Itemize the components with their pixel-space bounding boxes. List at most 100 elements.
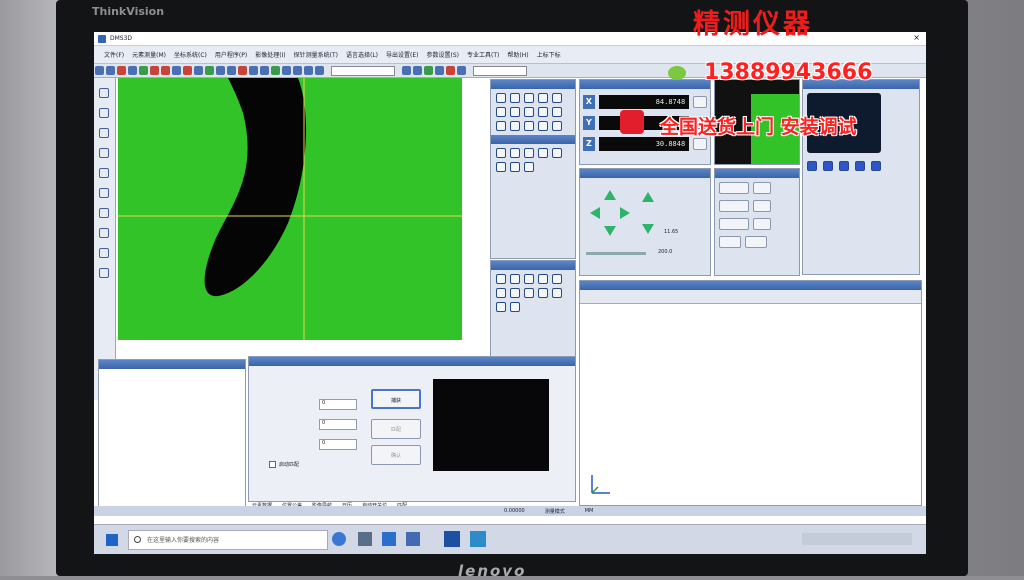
- gear-tool-icon[interactable]: [510, 121, 520, 131]
- point-tool-icon[interactable]: [496, 93, 506, 103]
- construct-icon[interactable]: [496, 148, 506, 158]
- step-icon[interactable]: [128, 66, 137, 75]
- menu-item[interactable]: 用户程序(P): [215, 50, 247, 59]
- taskbar-app-icon[interactable]: [358, 532, 372, 546]
- enable-match-checkbox[interactable]: [269, 461, 276, 468]
- light-icon[interactable]: [839, 161, 849, 171]
- windows-start-icon[interactable]: [106, 534, 118, 546]
- taskbar-app-icon[interactable]: [332, 532, 346, 546]
- tool-icon[interactable]: [161, 66, 170, 75]
- angle-icon[interactable]: [99, 148, 109, 158]
- menu-item[interactable]: 元素测量(M): [132, 50, 166, 59]
- circle-icon[interactable]: [99, 188, 109, 198]
- pause-icon[interactable]: [106, 66, 115, 75]
- tool-icon[interactable]: [238, 66, 247, 75]
- tool-icon[interactable]: [99, 248, 109, 258]
- taskbar-app-icon[interactable]: [382, 532, 396, 546]
- slot-tool-icon[interactable]: [510, 107, 520, 117]
- grid-tool-icon[interactable]: [552, 121, 562, 131]
- tool-icon[interactable]: [304, 66, 313, 75]
- taskbar-app-icon[interactable]: [406, 532, 420, 546]
- line-tool-icon[interactable]: [510, 93, 520, 103]
- tool-icon[interactable]: [260, 66, 269, 75]
- polygon-tool-icon[interactable]: [524, 107, 534, 117]
- redo-icon[interactable]: [412, 66, 422, 75]
- tool-icon[interactable]: [496, 288, 506, 298]
- y-value-field[interactable]: [719, 200, 749, 212]
- ellipse-tool-icon[interactable]: [552, 93, 562, 103]
- tool-icon[interactable]: [552, 288, 562, 298]
- mode-select[interactable]: [330, 66, 395, 76]
- tool-icon[interactable]: [510, 274, 520, 284]
- curve-tool-icon[interactable]: [524, 121, 534, 131]
- tool-icon[interactable]: [282, 66, 291, 75]
- tool-icon[interactable]: [183, 66, 192, 75]
- menu-item[interactable]: 文件(F): [104, 50, 124, 59]
- menu-item[interactable]: 帮助(H): [507, 50, 528, 59]
- y-move-button[interactable]: [753, 200, 771, 212]
- cone-tool-icon[interactable]: [552, 107, 562, 117]
- arc-tool-icon[interactable]: [538, 93, 548, 103]
- tool-icon[interactable]: [99, 268, 109, 278]
- tool-icon[interactable]: [293, 66, 302, 75]
- tool-icon[interactable]: [552, 274, 562, 284]
- match-param-field[interactable]: 0: [319, 439, 357, 450]
- camera-view[interactable]: [118, 78, 462, 340]
- confirm-button[interactable]: 确认: [371, 445, 421, 465]
- match-param-field[interactable]: 0: [319, 399, 357, 410]
- stop-button[interactable]: [745, 236, 767, 248]
- learn-button[interactable]: 捕获: [371, 389, 421, 409]
- tool-icon[interactable]: [496, 274, 506, 284]
- menu-item[interactable]: 上标下标: [537, 50, 561, 59]
- tool-icon[interactable]: [205, 66, 214, 75]
- construct-icon[interactable]: [552, 148, 562, 158]
- diamond-tool-icon[interactable]: [538, 107, 548, 117]
- menu-item[interactable]: 参数设置(S): [427, 50, 460, 59]
- taskbar-search-input[interactable]: 在这里输入你要搜索的内容: [128, 530, 328, 550]
- tool-icon[interactable]: [434, 66, 444, 75]
- line-icon[interactable]: [99, 168, 109, 178]
- construct-icon[interactable]: [524, 148, 534, 158]
- tool-icon[interactable]: [510, 302, 520, 312]
- zoom-icon[interactable]: [99, 108, 109, 118]
- undo-icon[interactable]: [401, 66, 411, 75]
- select-icon[interactable]: [99, 88, 109, 98]
- tool-icon[interactable]: [445, 66, 455, 75]
- match-button[interactable]: 匹配: [371, 419, 421, 439]
- tool-icon[interactable]: [524, 274, 534, 284]
- stop-icon[interactable]: [117, 66, 126, 75]
- light-icon[interactable]: [823, 161, 833, 171]
- measure-icon[interactable]: [99, 228, 109, 238]
- move-button[interactable]: [719, 236, 741, 248]
- tool-icon[interactable]: [172, 66, 181, 75]
- unit-select[interactable]: [472, 66, 527, 76]
- match-param-field[interactable]: 0: [319, 419, 357, 430]
- rect-tool-icon[interactable]: [496, 107, 506, 117]
- z-value-field[interactable]: [719, 218, 749, 230]
- menu-item[interactable]: 语言选择(L): [346, 50, 378, 59]
- light-icon[interactable]: [871, 161, 881, 171]
- rect-icon[interactable]: [99, 128, 109, 138]
- tool-icon[interactable]: [315, 66, 324, 75]
- menu-item[interactable]: 坐标系统(C): [174, 50, 207, 59]
- tool-icon[interactable]: [227, 66, 236, 75]
- tool-icon[interactable]: [139, 66, 148, 75]
- light-icon[interactable]: [807, 161, 817, 171]
- tool-icon[interactable]: [194, 66, 203, 75]
- construct-icon[interactable]: [524, 162, 534, 172]
- tool-icon[interactable]: [524, 288, 534, 298]
- construct-icon[interactable]: [538, 148, 548, 158]
- z-move-button[interactable]: [753, 218, 771, 230]
- tool-icon[interactable]: [538, 288, 548, 298]
- x-move-button[interactable]: [753, 182, 771, 194]
- menu-item[interactable]: 导出设置(E): [386, 50, 418, 59]
- tool-icon[interactable]: [150, 66, 159, 75]
- tool-icon[interactable]: [423, 66, 433, 75]
- taskbar-app-icon[interactable]: [444, 531, 460, 547]
- tool-icon[interactable]: [538, 274, 548, 284]
- x-zero-button[interactable]: [693, 95, 707, 108]
- x-value-field[interactable]: [719, 182, 749, 194]
- tool-icon[interactable]: [456, 66, 466, 75]
- circle-tool-icon[interactable]: [524, 93, 534, 103]
- construct-icon[interactable]: [496, 162, 506, 172]
